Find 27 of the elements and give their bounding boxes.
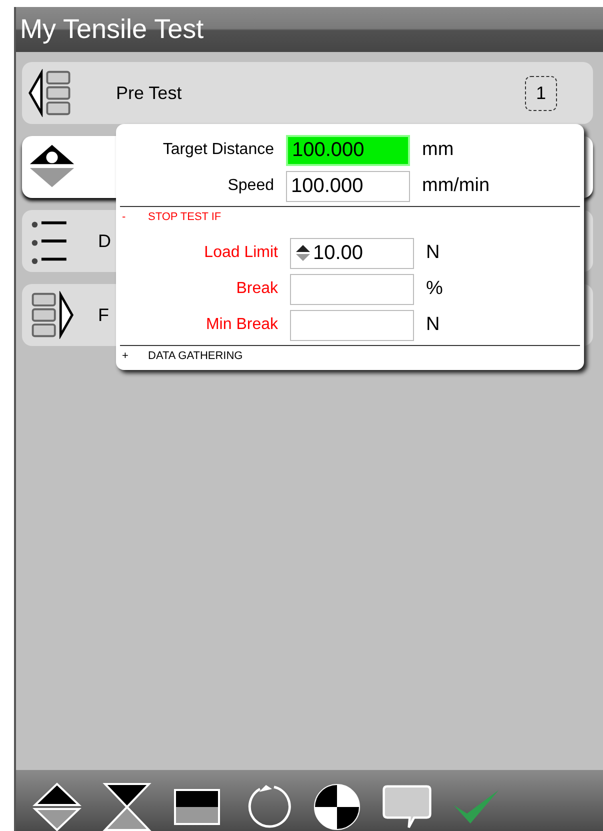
field-label: Load Limit bbox=[203, 244, 279, 262]
input-field[interactable] bbox=[290, 310, 414, 340]
move-up-down-icon[interactable] bbox=[32, 781, 82, 831]
field-label: Break bbox=[235, 280, 279, 298]
step-label: Pre Test bbox=[116, 82, 182, 104]
target-icon[interactable] bbox=[312, 781, 362, 831]
unit-label: N bbox=[426, 314, 440, 336]
input-field[interactable]: 100.000 bbox=[286, 170, 410, 202]
input-field[interactable]: 10.00 bbox=[290, 238, 414, 268]
section-header[interactable]: + DATA GATHERING bbox=[120, 346, 580, 366]
unit-label: N bbox=[426, 242, 440, 264]
unit-label: % bbox=[426, 278, 443, 300]
step-label: D bbox=[98, 230, 111, 252]
unit-label: mm bbox=[422, 139, 454, 161]
input-field[interactable] bbox=[290, 274, 414, 304]
field-label: Speed bbox=[226, 177, 275, 195]
section-header[interactable]: - STOP TEST IF bbox=[120, 207, 580, 233]
unit-label: mm/min bbox=[422, 175, 490, 197]
spinner-icon[interactable] bbox=[295, 244, 311, 262]
window-title: My Tensile Test bbox=[20, 14, 204, 45]
input-field[interactable]: 100.000 bbox=[286, 134, 410, 166]
hourglass-icon[interactable] bbox=[102, 781, 152, 831]
field-label: Target Distance bbox=[162, 141, 275, 159]
step-count: 1 bbox=[524, 76, 557, 110]
step-item[interactable]: Pre Test 1 bbox=[22, 62, 593, 124]
field-label: Min Break bbox=[204, 316, 279, 334]
step-label: F bbox=[98, 304, 109, 326]
